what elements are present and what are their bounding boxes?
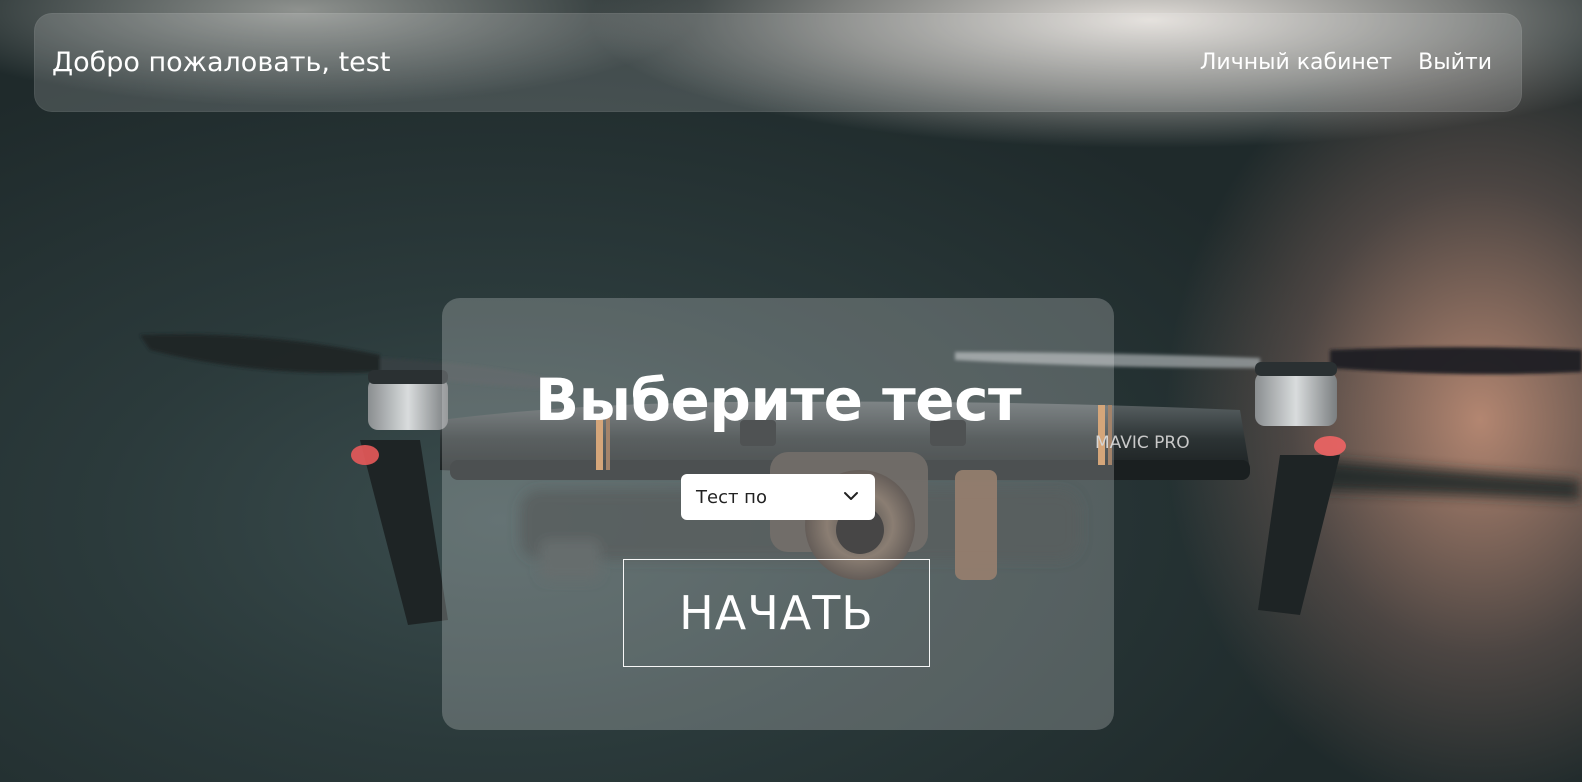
page-title: Выберите тест (534, 366, 1022, 434)
page: MAVIC PRO Добро пожаловать, test Личный … (0, 0, 1582, 782)
nav-links: Личный кабинет Выйти (1200, 13, 1492, 112)
nav-link-profile[interactable]: Личный кабинет (1200, 50, 1392, 75)
welcome-text: Добро пожаловать, test (52, 47, 391, 78)
test-select-card: Выберите тест Тест по НАЧАТЬ (442, 298, 1114, 730)
test-select-dropdown[interactable]: Тест по (681, 474, 875, 520)
nav-link-logout[interactable]: Выйти (1418, 50, 1492, 75)
navbar: Добро пожаловать, test Личный кабинет Вы… (34, 13, 1522, 112)
start-button[interactable]: НАЧАТЬ (623, 559, 930, 667)
chevron-down-icon (844, 492, 858, 500)
test-select-value: Тест по (696, 487, 767, 508)
